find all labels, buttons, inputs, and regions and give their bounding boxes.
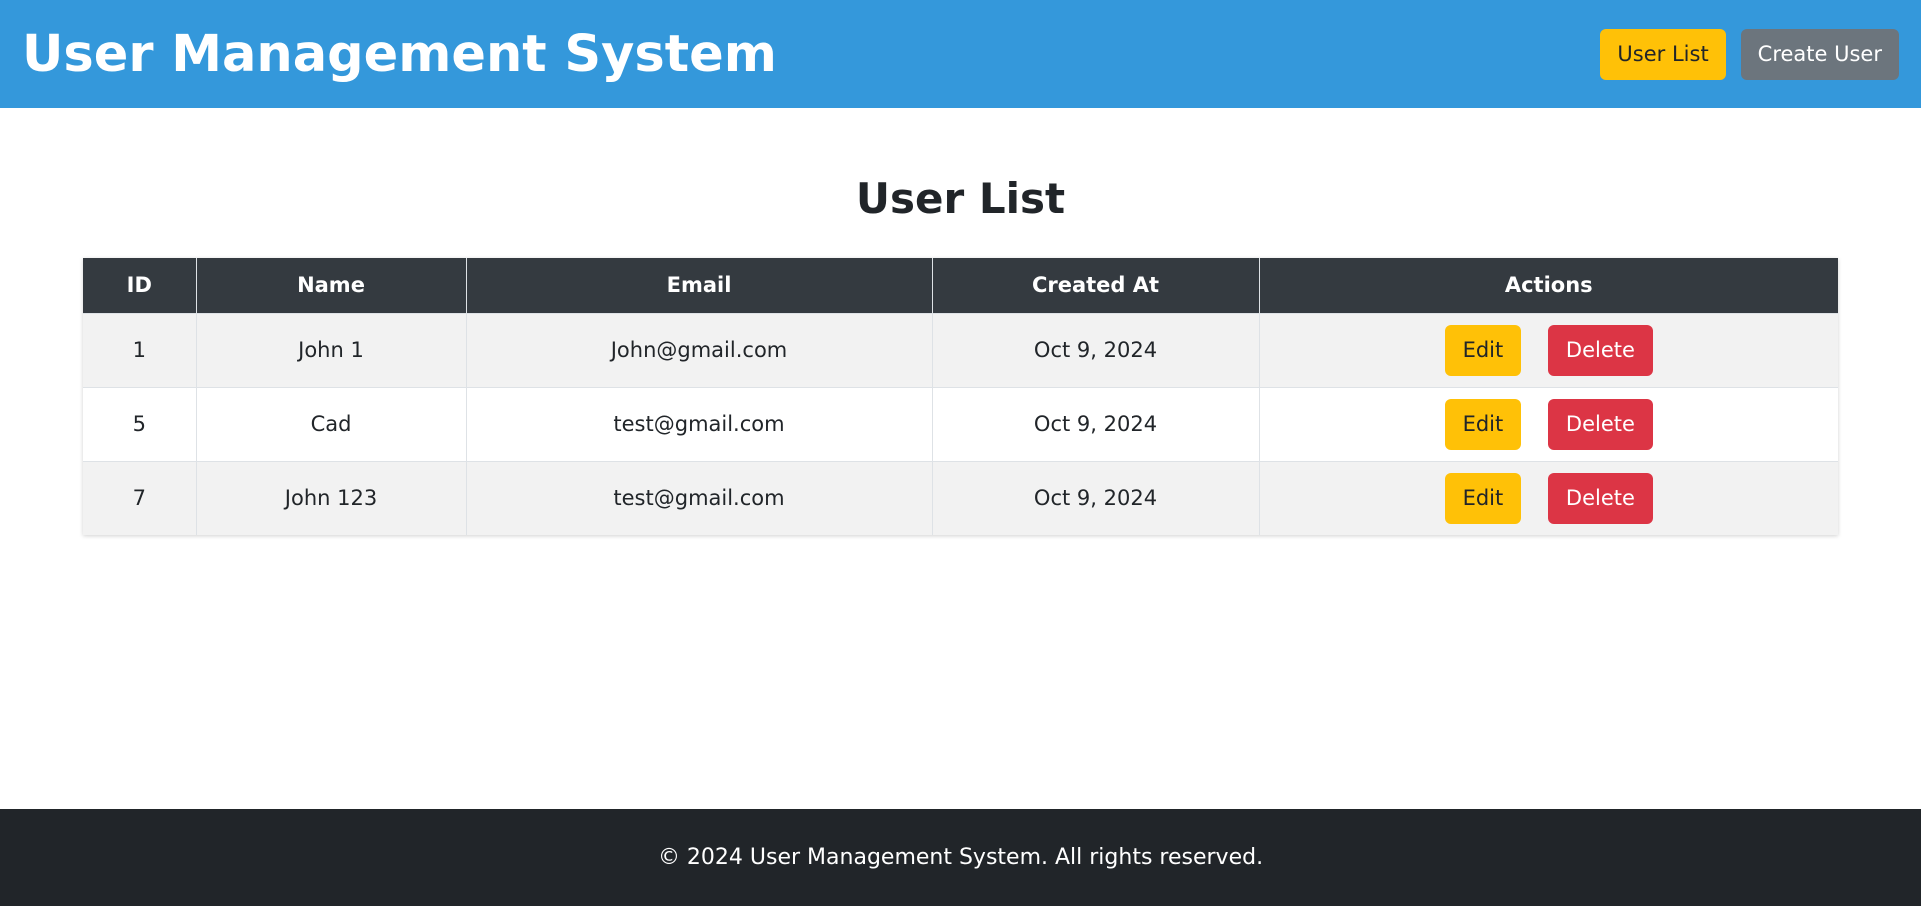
cell-actions: Edit Delete	[1259, 386, 1838, 461]
delete-button[interactable]: Delete	[1547, 472, 1653, 524]
main-content: User List ID Name Email Created At Actio…	[0, 108, 1921, 809]
table-row: 5 Cad test@gmail.com Oct 9, 2024 Edit De…	[83, 386, 1838, 461]
delete-button[interactable]: Delete	[1547, 324, 1653, 376]
top-nav: User List Create User	[1600, 28, 1899, 80]
table-header: ID Name Email Created At Actions	[83, 258, 1838, 313]
edit-button[interactable]: Edit	[1444, 472, 1522, 524]
page: User Management System User List Create …	[0, 0, 1921, 906]
column-header-created-at: Created At	[932, 258, 1260, 313]
footer-text: © 2024 User Management System. All right…	[657, 845, 1264, 870]
app-header: User Management System User List Create …	[0, 0, 1921, 108]
edit-button[interactable]: Edit	[1444, 324, 1522, 376]
cell-created-at: Oct 9, 2024	[932, 460, 1260, 535]
table-row: 1 John 1 John@gmail.com Oct 9, 2024 Edit…	[83, 312, 1838, 387]
app-footer: © 2024 User Management System. All right…	[0, 809, 1921, 906]
edit-button[interactable]: Edit	[1444, 398, 1522, 450]
column-header-id: ID	[83, 258, 197, 313]
user-list-button[interactable]: User List	[1600, 28, 1726, 80]
table-body: 1 John 1 John@gmail.com Oct 9, 2024 Edit…	[83, 312, 1838, 535]
cell-id: 1	[83, 312, 197, 387]
cell-id: 7	[83, 460, 197, 535]
cell-name: John 1	[196, 312, 467, 387]
table-header-row: ID Name Email Created At Actions	[83, 258, 1838, 313]
column-header-name: Name	[196, 258, 467, 313]
column-header-email: Email	[466, 258, 933, 313]
column-header-actions: Actions	[1259, 258, 1838, 313]
page-title: User List	[855, 174, 1066, 223]
create-user-button[interactable]: Create User	[1740, 28, 1899, 80]
cell-email: test@gmail.com	[466, 386, 933, 461]
cell-created-at: Oct 9, 2024	[932, 386, 1260, 461]
cell-email: John@gmail.com	[466, 312, 933, 387]
cell-actions: Edit Delete	[1259, 460, 1838, 535]
cell-name: Cad	[196, 386, 467, 461]
cell-email: test@gmail.com	[466, 460, 933, 535]
delete-button[interactable]: Delete	[1547, 398, 1653, 450]
cell-created-at: Oct 9, 2024	[932, 312, 1260, 387]
cell-id: 5	[83, 386, 197, 461]
table-row: 7 John 123 test@gmail.com Oct 9, 2024 Ed…	[83, 460, 1838, 535]
user-table-container: ID Name Email Created At Actions 1 John …	[83, 258, 1838, 535]
user-table: ID Name Email Created At Actions 1 John …	[83, 258, 1838, 535]
cell-actions: Edit Delete	[1259, 312, 1838, 387]
cell-name: John 123	[196, 460, 467, 535]
app-title: User Management System	[22, 24, 777, 84]
